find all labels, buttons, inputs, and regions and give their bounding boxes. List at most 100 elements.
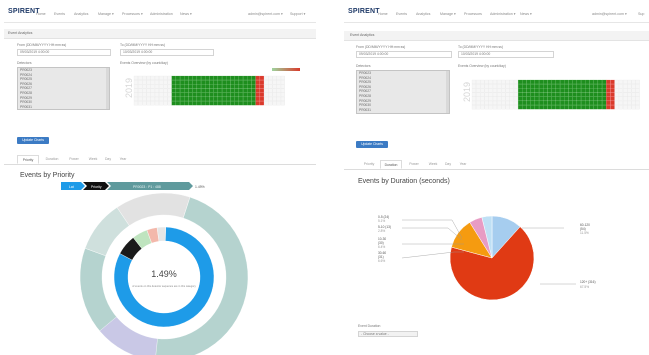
- heatmap-cell: [251, 84, 256, 89]
- heatmap-cell: [509, 96, 514, 101]
- heatmap-cell: [213, 75, 218, 81]
- heatmap-cell: [171, 75, 176, 81]
- user-menu[interactable]: admin@spirent.com ▾: [248, 12, 283, 16]
- heatmap-cell: [251, 101, 256, 106]
- heatmap-cell: [217, 101, 223, 106]
- top-navbar: SPIRENT Home Events Analytics Manage ▾ P…: [344, 8, 649, 23]
- tab-year[interactable]: Year: [116, 155, 130, 164]
- listbox-scrollbar[interactable]: [446, 71, 449, 113]
- support-menu[interactable]: Support ▾: [290, 12, 305, 16]
- heatmap-cell: [547, 84, 552, 89]
- heatmap-cell: [555, 105, 561, 110]
- tab-day[interactable]: Day: [442, 160, 454, 169]
- nav-home[interactable]: Home: [378, 12, 388, 16]
- tab-year[interactable]: Year: [456, 160, 470, 169]
- heatmap-cell: [581, 96, 586, 101]
- heatmap-cell: [264, 80, 269, 85]
- heatmap-cell: [480, 100, 485, 106]
- heatmap-cell: [175, 84, 181, 89]
- heatmap-cell: [234, 88, 239, 93]
- sunburst-segment[interactable]: [116, 192, 191, 226]
- heatmap-cell: [497, 105, 502, 110]
- heatmap-cell: [159, 101, 164, 106]
- heatmap-cell: [551, 96, 556, 101]
- heatmap-cell: [192, 84, 197, 89]
- from-date-input[interactable]: 09/03/2019 4:00:00: [17, 49, 111, 56]
- heatmap-cell: [238, 84, 244, 89]
- heatmap-cell: [488, 84, 493, 89]
- tab-power[interactable]: Power: [66, 155, 82, 164]
- nav-home[interactable]: Home: [36, 12, 46, 16]
- nav-administration[interactable]: Administration: [150, 12, 173, 16]
- heatmap-cell: [213, 96, 218, 102]
- heatmap-cell: [492, 105, 498, 110]
- event-duration-select[interactable]: - Choose a value -: [358, 331, 418, 337]
- nav-processors[interactable]: Processors: [464, 12, 482, 16]
- heatmap-cell: [234, 75, 239, 81]
- spirent-logo[interactable]: SPIRENT: [8, 8, 40, 15]
- tab-duration[interactable]: Duration: [42, 155, 62, 164]
- listbox-scrollbar[interactable]: [106, 68, 109, 109]
- heatmap-cell: [175, 96, 181, 102]
- nav-analytics[interactable]: Analytics: [416, 12, 430, 16]
- spirent-logo[interactable]: SPIRENT: [348, 8, 380, 15]
- support-menu[interactable]: Sup: [638, 12, 644, 16]
- heatmap-cell: [513, 79, 519, 85]
- heatmap-cell: [526, 105, 531, 110]
- heatmap-cell: [614, 88, 619, 93]
- tab-week[interactable]: Week: [426, 160, 440, 169]
- heatmap-cell: [501, 100, 506, 106]
- heatmap-cell: [230, 84, 235, 89]
- nav-news[interactable]: News ▾: [520, 12, 532, 16]
- heatmap-cell: [492, 100, 498, 106]
- to-date-input[interactable]: 10/03/2019 4:00:00: [458, 51, 554, 58]
- heatmap-cell: [623, 84, 628, 89]
- from-date-input[interactable]: 09/03/2019 4:00:00: [356, 51, 452, 58]
- nav-administration[interactable]: Administration ▾: [490, 12, 516, 16]
- tab-day[interactable]: Day: [102, 155, 114, 164]
- heatmap-cell: [505, 79, 510, 85]
- tab-priority[interactable]: Priority: [17, 155, 39, 164]
- detector-option[interactable]: PR0031: [357, 108, 449, 113]
- nav-analytics[interactable]: Analytics: [74, 12, 88, 16]
- heatmap-cell: [513, 84, 519, 89]
- tab-duration[interactable]: Duration: [380, 160, 402, 169]
- page-title: Event Analytics: [350, 33, 375, 37]
- heatmap-cell: [581, 84, 586, 89]
- breadcrumb-text: Priority: [91, 185, 102, 189]
- heatmap-cell: [163, 84, 168, 89]
- update-charts-button[interactable]: Update Charts: [17, 137, 49, 144]
- heatmap-cell: [589, 96, 594, 101]
- detectors-listbox[interactable]: PR0023 PR0024 PR0025 PR0026 PR0027 PR002…: [356, 70, 450, 114]
- heatmap-cell: [196, 80, 202, 85]
- tab-power[interactable]: Power: [406, 160, 422, 169]
- heatmap-cell: [543, 88, 548, 93]
- heatmap-cell: [518, 96, 523, 101]
- to-date-input[interactable]: 10/03/2019 4:00:00: [120, 49, 214, 56]
- heatmap-cell: [163, 80, 168, 85]
- user-menu[interactable]: admin@spirent.com ▾: [592, 12, 627, 16]
- heatmap-cell: [530, 96, 535, 101]
- detector-option[interactable]: PR0031: [18, 105, 109, 109]
- nav-manage[interactable]: Manage ▾: [440, 12, 456, 16]
- heatmap-cell: [133, 101, 139, 106]
- heatmap-cell: [255, 75, 260, 81]
- nav-processors[interactable]: Processors ▾: [122, 12, 143, 16]
- heatmap-cell: [480, 96, 485, 101]
- heatmap-cell: [222, 92, 227, 97]
- tab-week[interactable]: Week: [86, 155, 100, 164]
- heatmap-cell: [585, 92, 590, 97]
- heatmap-cell: [192, 75, 197, 81]
- nav-news[interactable]: News ▾: [180, 12, 192, 16]
- heatmap-cell: [589, 88, 594, 93]
- heatmap-cell: [597, 88, 603, 93]
- update-charts-button[interactable]: Update Charts: [356, 141, 388, 148]
- heatmap-cell: [217, 80, 223, 85]
- nav-events[interactable]: Events: [396, 12, 407, 16]
- detectors-listbox[interactable]: PR0023 PR0024 PR0025 PR0026 PR0027 PR002…: [17, 67, 110, 110]
- heatmap-cell: [471, 96, 477, 101]
- nav-events[interactable]: Events: [54, 12, 65, 16]
- tab-priority[interactable]: Priority: [360, 160, 378, 169]
- nav-manage[interactable]: Manage ▾: [98, 12, 114, 16]
- heatmap-cell: [476, 96, 481, 101]
